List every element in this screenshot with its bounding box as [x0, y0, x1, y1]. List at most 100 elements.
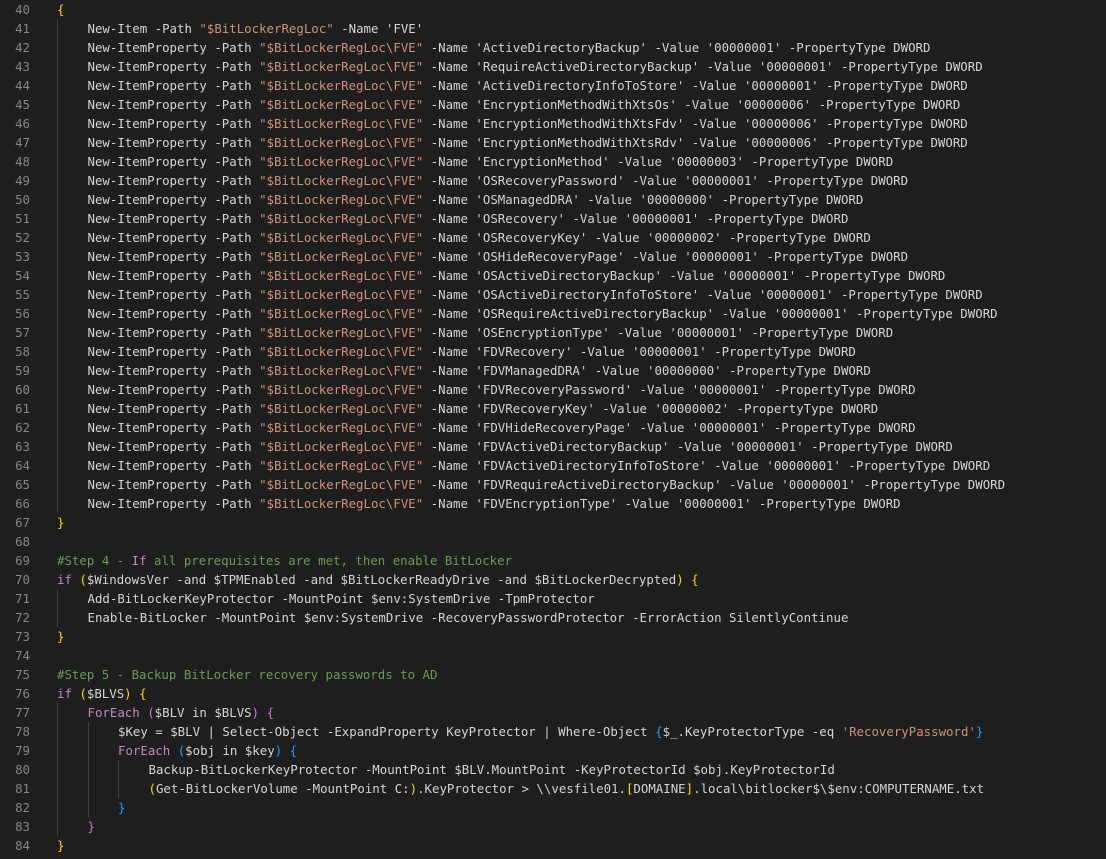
code-token: "$BitLockerRegLoc\FVE" — [259, 420, 424, 435]
code-token: "$BitLockerRegLoc\FVE" — [259, 325, 424, 340]
line-number: 71 — [15, 591, 30, 606]
code-line[interactable]: 44 New-ItemProperty -Path "$BitLockerRegL… — [0, 76, 968, 95]
line-number: 79 — [15, 743, 30, 758]
code-line[interactable]: 40 { — [0, 0, 64, 19]
line-number: 65 — [15, 477, 30, 492]
indent-guide — [57, 760, 58, 779]
code-token: ) — [409, 781, 418, 796]
code-text: #Step 4 - If all prerequisites are met, … — [57, 551, 512, 570]
indent-guide — [57, 380, 58, 399]
code-line[interactable]: 58 New-ItemProperty -Path "$BitLockerRegL… — [0, 342, 856, 361]
code-text: } — [57, 836, 64, 855]
code-text: if ($WindowsVer -and $TPMEnabled -and $B… — [57, 570, 699, 589]
code-line[interactable]: 42 New-ItemProperty -Path "$BitLockerRegL… — [0, 38, 930, 57]
code-token: New-ItemProperty -Path — [87, 40, 260, 55]
code-token: } — [975, 724, 984, 739]
indent-guide — [57, 171, 58, 190]
code-line[interactable]: 74 — [0, 646, 30, 665]
code-line[interactable]: 41 New-Item -Path "$BitLockerRegLoc" -Nam… — [0, 19, 423, 38]
line-number: 75 — [15, 667, 30, 682]
code-token: -Name 'OSRecoveryPassword' -Value '00000… — [423, 173, 909, 188]
code-token: -Name 'FDVManagedDRA' -Value '00000000' … — [423, 363, 871, 378]
code-token: $BLV in $BLVS — [154, 705, 252, 720]
code-token: -Name 'FDVHideRecoveryPage' -Value '0000… — [423, 420, 916, 435]
code-line[interactable]: 62 New-ItemProperty -Path "$BitLockerRegL… — [0, 418, 916, 437]
code-token: New-ItemProperty -Path — [87, 230, 260, 245]
code-line[interactable]: 52 New-ItemProperty -Path "$BitLockerRegL… — [0, 228, 871, 247]
code-token: } — [118, 800, 126, 815]
code-token: -Name 'EncryptionMethod' -Value '0000000… — [423, 154, 894, 169]
code-line[interactable]: 68 — [0, 532, 30, 551]
code-token: "$BitLockerRegLoc\FVE" — [259, 496, 424, 511]
code-text: New-Item -Path "$BitLockerRegLoc" -Name … — [88, 19, 424, 38]
code-token: -Name 'OSRecovery' -Value '00000001' -Pr… — [423, 211, 849, 226]
indent-guide — [118, 779, 119, 798]
code-line[interactable]: 84} — [0, 836, 64, 855]
line-number: 47 — [15, 135, 30, 150]
code-line[interactable]: 48 New-ItemProperty -Path "$BitLockerRegL… — [0, 152, 893, 171]
code-line[interactable]: 61 New-ItemProperty -Path "$BitLockerRegL… — [0, 399, 878, 418]
code-line[interactable]: 49 New-ItemProperty -Path "$BitLockerRegL… — [0, 171, 908, 190]
code-token: New-ItemProperty -Path — [87, 382, 260, 397]
indent-guide — [87, 760, 89, 779]
code-line[interactable]: 63 New-ItemProperty -Path "$BitLockerRegL… — [0, 437, 953, 456]
code-line[interactable]: 46 New-ItemProperty -Path "$BitLockerRegL… — [0, 114, 968, 133]
line-number: 81 — [15, 781, 30, 796]
code-line[interactable]: 67} — [0, 513, 64, 532]
code-line[interactable]: 71 Add-BitLockerKeyProtector -MountPoint … — [0, 589, 595, 608]
code-line[interactable]: 60 New-ItemProperty -Path "$BitLockerRegL… — [0, 380, 916, 399]
indent-guide — [57, 722, 58, 741]
code-token: New-ItemProperty -Path — [87, 78, 260, 93]
code-token: "$BitLockerRegLoc\FVE" — [259, 344, 424, 359]
code-line[interactable]: 76 if ($BLVS) { — [0, 684, 147, 703]
code-token: } — [57, 838, 65, 853]
code-line[interactable]: 56 New-ItemProperty -Path "$BitLockerRegL… — [0, 304, 998, 323]
code-line[interactable]: 59 New-ItemProperty -Path "$BitLockerRegL… — [0, 361, 871, 380]
line-number: 74 — [15, 648, 30, 663]
code-text: } — [57, 513, 64, 532]
indent-guide — [57, 247, 58, 266]
code-line[interactable]: 66 New-ItemProperty -Path "$BitLockerRegL… — [0, 494, 901, 513]
code-line[interactable]: 81 (Get-BitLockerVolume -MountPoint C:).K… — [0, 779, 984, 798]
code-line[interactable]: 83} — [0, 817, 95, 836]
code-token: "$BitLockerRegLoc\FVE" — [259, 211, 424, 226]
code-token: New-ItemProperty -Path — [87, 325, 260, 340]
code-line[interactable]: 54 New-ItemProperty -Path "$BitLockerRegL… — [0, 266, 945, 285]
indent-guide — [57, 608, 58, 627]
code-line[interactable]: 43 New-ItemProperty -Path "$BitLockerRegL… — [0, 57, 983, 76]
code-line[interactable]: 65 New-ItemProperty -Path "$BitLockerRegL… — [0, 475, 1005, 494]
code-line[interactable]: 45 New-ItemProperty -Path "$BitLockerRegL… — [0, 95, 960, 114]
code-line[interactable]: 75 #Step 5 - Backup BitLocker recovery pa… — [0, 665, 437, 684]
code-line[interactable]: 77 ForEach ($BLV in $BLVS) { — [0, 703, 274, 722]
code-token: New-ItemProperty -Path — [87, 287, 260, 302]
line-number: 80 — [15, 762, 30, 777]
code-line[interactable]: 78 $Key = $BLV | Select-Object -ExpandPro… — [0, 722, 983, 741]
code-line[interactable]: 47 New-ItemProperty -Path "$BitLockerRegL… — [0, 133, 968, 152]
code-line[interactable]: 73} — [0, 627, 64, 646]
code-token: "$BitLockerRegLoc\FVE" — [259, 59, 424, 74]
code-text: New-ItemProperty -Path "$BitLockerRegLoc… — [88, 380, 916, 399]
code-text: if ($BLVS) { — [57, 684, 147, 703]
indent-guide — [57, 114, 58, 133]
code-line[interactable]: 55 New-ItemProperty -Path "$BitLockerRegL… — [0, 285, 983, 304]
code-line[interactable]: 51 New-ItemProperty -Path "$BitLockerRegL… — [0, 209, 848, 228]
code-line[interactable]: 72 Enable-BitLocker -MountPoint $env:Syst… — [0, 608, 848, 627]
code-token: -Name 'OSActiveDirectoryInfoToStore' -Va… — [423, 287, 983, 302]
code-line[interactable]: 70 if ($WindowsVer -and $TPMEnabled -and … — [0, 570, 699, 589]
indent-guide — [57, 133, 58, 152]
code-line[interactable]: 64 New-ItemProperty -Path "$BitLockerRegL… — [0, 456, 990, 475]
line-number: 77 — [15, 705, 30, 720]
code-line[interactable]: 50 New-ItemProperty -Path "$BitLockerRegL… — [0, 190, 863, 209]
code-editor[interactable]: 40 {41 New-Item -Path "$BitLockerRegLoc" -… — [0, 0, 1106, 859]
code-line[interactable]: 69 #Step 4 - If all prerequisites are met… — [0, 551, 512, 570]
code-line[interactable]: 79 ForEach ($obj in $key) { — [0, 741, 297, 760]
code-line[interactable]: 82} — [0, 798, 125, 817]
code-token: $WindowsVer -and $TPMEnabled -and $BitLo… — [86, 572, 677, 587]
code-line[interactable]: 57 New-ItemProperty -Path "$BitLockerRegL… — [0, 323, 893, 342]
code-text: (Get-BitLockerVolume -MountPoint C:).Key… — [149, 779, 985, 798]
code-line[interactable]: 80 Backup-BitLockerKeyProtector -MountPoi… — [0, 760, 835, 779]
code-text: New-ItemProperty -Path "$BitLockerRegLoc… — [88, 494, 901, 513]
line-number: 54 — [15, 268, 30, 283]
code-token: -Name 'OSRecoveryKey' -Value '00000002' … — [423, 230, 871, 245]
code-line[interactable]: 53 New-ItemProperty -Path "$BitLockerRegL… — [0, 247, 908, 266]
